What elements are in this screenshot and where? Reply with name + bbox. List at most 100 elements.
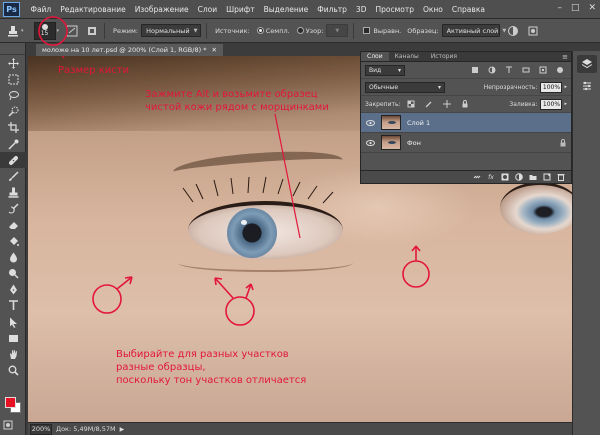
alt-sample-note: Зажмите Alt и возьмите образец чистой ко… — [145, 88, 329, 114]
status-bar: 200% Док: 5,49M/8,57M ▶ — [28, 422, 600, 435]
eyedropper-tool[interactable] — [0, 136, 26, 152]
fill-input[interactable]: 100% — [540, 98, 563, 110]
blur-tool[interactable] — [0, 249, 26, 265]
document-size-info[interactable]: Док: 5,49M/8,57M — [56, 425, 116, 433]
clone-stamp-tool[interactable] — [0, 185, 26, 201]
layer-thumbnail — [381, 115, 401, 130]
layer-row-background[interactable]: Фон — [361, 133, 571, 153]
eyedropper-icon — [7, 139, 19, 150]
quick-select-icon — [7, 106, 19, 117]
filter-kind-value: Вид — [369, 66, 382, 74]
paint-bucket-icon — [8, 236, 19, 247]
layers-dock-button[interactable] — [576, 55, 597, 73]
crop-icon — [7, 122, 19, 134]
opacity-chevron-icon[interactable]: ▸ — [564, 84, 567, 90]
lock-label: Закрепить: — [365, 100, 401, 108]
magnifier-icon — [8, 365, 19, 376]
lock-pixels-icon[interactable] — [425, 100, 433, 108]
eraser-tool[interactable] — [0, 217, 26, 233]
trash-icon[interactable] — [557, 173, 565, 181]
lock-fill-row: Закрепить: Заливка: 100% ▸ — [361, 96, 571, 113]
lock-icons — [404, 100, 472, 108]
fx-icon[interactable]: fx — [487, 173, 495, 181]
blur-drop-icon — [8, 252, 19, 263]
history-brush-tool[interactable] — [0, 201, 26, 217]
lasso-tool[interactable] — [0, 87, 26, 103]
gradient-tool[interactable] — [0, 233, 26, 249]
bandage-icon — [8, 155, 19, 166]
lock-icon[interactable] — [559, 138, 567, 147]
filter-pixel-icon[interactable] — [471, 66, 479, 74]
arrow-select-icon — [8, 317, 19, 328]
fill-chevron-icon[interactable]: ▸ — [564, 101, 567, 107]
layer-name[interactable]: Фон — [407, 139, 421, 147]
healing-brush-tool[interactable] — [0, 152, 26, 169]
layer-row-layer1[interactable]: Слой 1 — [361, 113, 571, 133]
sample-circle-3 — [402, 245, 430, 288]
tab-history[interactable]: История — [425, 52, 463, 61]
filter-smart-object-icon[interactable] — [539, 66, 547, 74]
sample-circle-2 — [214, 277, 255, 326]
layers-panel: Слои Каналы История ≡ Вид ▾ Обычные ▾ Непр… — [360, 51, 572, 184]
areas-note-line2: разные образцы, — [116, 362, 206, 373]
blend-opacity-row: Обычные ▾ Непрозрачность: 100% ▸ — [361, 79, 571, 96]
filter-shape-icon[interactable] — [522, 66, 530, 74]
filter-toggle-icon[interactable] — [556, 66, 564, 74]
status-expand-arrow-icon[interactable]: ▶ — [120, 426, 125, 433]
type-tool[interactable] — [0, 298, 26, 314]
zoom-level-field[interactable]: 200% — [30, 423, 52, 435]
hand-icon — [8, 349, 19, 360]
lock-all-icon[interactable] — [461, 100, 469, 108]
opacity-input[interactable]: 100% — [540, 81, 563, 93]
adjustment-icon[interactable] — [515, 173, 523, 181]
visibility-eye-icon[interactable] — [365, 138, 375, 148]
panel-tab-strip: Слои Каналы История ≡ — [361, 52, 571, 62]
shape-tool[interactable] — [0, 330, 26, 346]
areas-note-line3: поскольку тон участков отличается — [116, 375, 307, 386]
areas-note-line1: Выбирайте для разных участков — [116, 349, 289, 360]
stamp-icon — [8, 187, 19, 198]
visibility-eye-icon[interactable] — [365, 118, 375, 128]
lock-position-icon[interactable] — [442, 100, 451, 108]
lock-transparency-icon[interactable] — [407, 100, 415, 108]
blend-mode-select[interactable]: Обычные ▾ — [365, 81, 445, 93]
layer-thumbnail — [381, 135, 401, 150]
dodge-tool[interactable] — [0, 265, 26, 281]
blend-mode-value: Обычные — [369, 83, 399, 91]
panel-menu-icon[interactable]: ≡ — [562, 53, 571, 61]
foreground-color-swatch[interactable] — [5, 397, 16, 408]
new-layer-icon[interactable] — [543, 173, 551, 181]
hand-tool[interactable] — [0, 346, 26, 362]
filter-kind-select[interactable]: Вид ▾ — [365, 64, 405, 76]
lasso-icon — [8, 90, 19, 101]
areas-note: Выбирайте для разных участков разные обр… — [116, 348, 306, 387]
link-icon[interactable] — [473, 173, 481, 181]
blend-chevron-icon: ▾ — [437, 83, 441, 91]
alt-note-arrow — [274, 113, 301, 239]
folder-icon[interactable] — [529, 173, 537, 181]
brush-tool[interactable] — [0, 168, 26, 184]
eraser-icon — [8, 219, 19, 230]
layer-name[interactable]: Слой 1 — [407, 119, 430, 127]
layers-panel-footer: fx — [361, 170, 571, 183]
type-t-icon — [8, 300, 19, 311]
alt-note-line2: чистой кожи рядом с морщинками — [145, 102, 329, 113]
quick-select-tool[interactable] — [0, 104, 26, 120]
filter-adjustment-icon[interactable] — [488, 66, 496, 74]
path-select-tool[interactable] — [0, 314, 26, 330]
properties-dock-button[interactable] — [577, 77, 597, 95]
quick-mask-icon[interactable] — [3, 420, 23, 432]
crop-tool[interactable] — [0, 120, 26, 136]
filter-type-icon[interactable] — [505, 66, 513, 74]
tab-layers[interactable]: Слои — [361, 52, 389, 61]
history-brush-icon — [8, 203, 19, 214]
mask-icon[interactable] — [501, 173, 509, 181]
tab-channels[interactable]: Каналы — [389, 52, 425, 61]
zoom-tool[interactable] — [0, 363, 26, 379]
brush-icon — [8, 171, 19, 182]
filter-icons — [468, 66, 567, 74]
fill-label: Заливка: — [509, 100, 538, 108]
layers-stack-icon — [581, 59, 592, 69]
pen-tool[interactable] — [0, 282, 26, 298]
sample-circle-1 — [92, 276, 133, 314]
